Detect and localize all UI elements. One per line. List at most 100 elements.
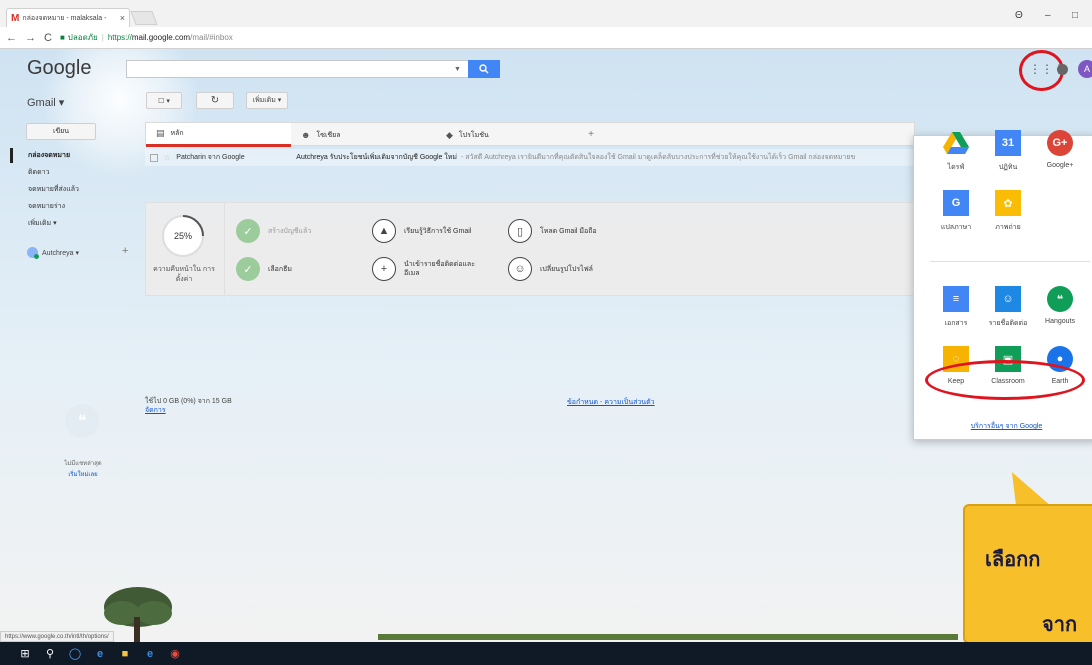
task-profile-photo[interactable]: ☺ เปลี่ยนรูปโปรไฟล์ bbox=[508, 257, 593, 281]
google-plus-icon: G+ bbox=[1047, 130, 1073, 156]
status-bar-url: https://www.google.co.th/intl/th/options… bbox=[0, 631, 114, 642]
refresh-button[interactable]: ↻ bbox=[196, 92, 234, 109]
chrome-icon[interactable]: ◉ bbox=[164, 645, 186, 663]
task-label: โหลด Gmail มือถือ bbox=[540, 227, 597, 235]
graduation-cap-icon: ▲ bbox=[372, 219, 396, 243]
notifications-icon[interactable] bbox=[1057, 64, 1068, 75]
profile-icon[interactable]: Θ bbox=[1015, 10, 1023, 21]
annotation-text-line2: จาก bbox=[1042, 614, 1078, 636]
app-photos[interactable]: ✿ ภาพถ่าย bbox=[980, 190, 1036, 233]
edge-icon[interactable]: e bbox=[89, 645, 111, 663]
gmail-page: Google ▼ ⋮⋮⋮ A Gmail ▾ ☐ ▾ ↻ เพิ่มเติม ▾… bbox=[0, 49, 1092, 642]
account-avatar[interactable]: A bbox=[1078, 60, 1092, 78]
address-bar: ← → C ■ ปลอดภัย | https:// mail.google.c… bbox=[0, 27, 1092, 49]
gmail-switcher[interactable]: Gmail ▾ bbox=[27, 96, 64, 109]
task-import-contacts[interactable]: + นำเข้ารายชื่อติดต่อและ อีเมล bbox=[372, 257, 490, 281]
new-tab-button[interactable] bbox=[130, 11, 158, 25]
tab-promotions[interactable]: ◆ โปรโมชัน bbox=[436, 123, 581, 147]
maximize-button[interactable]: □ bbox=[1072, 10, 1078, 21]
app-label: Hangouts bbox=[1045, 318, 1075, 325]
app-label: แปลภาษา bbox=[940, 224, 972, 231]
add-person-icon: + bbox=[372, 257, 396, 281]
browser-tabbar: M กล่องจดหมาย - malaksala - × Θ – □ bbox=[0, 0, 1092, 27]
forward-arrow-icon[interactable]: → bbox=[25, 32, 36, 44]
apps-divider bbox=[930, 261, 1090, 262]
app-contacts[interactable]: ☺ รายชื่อติดต่อ bbox=[980, 286, 1036, 329]
tag-icon: ◆ bbox=[446, 129, 453, 140]
theme-grass bbox=[378, 634, 958, 640]
task-learn-gmail[interactable]: ▲ เรียนรู้วิธีการใช้ Gmail bbox=[372, 219, 471, 243]
windows-start-icon[interactable]: ⊞ bbox=[14, 645, 36, 663]
task-label: สร้างบัญชีแล้ว bbox=[268, 227, 312, 235]
back-arrow-icon[interactable]: ← bbox=[6, 32, 17, 44]
compose-button[interactable]: เขียน bbox=[26, 123, 96, 140]
secure-label: ปลอดภัย bbox=[67, 33, 98, 42]
app-drive[interactable]: ไดรฟ์ bbox=[928, 130, 984, 173]
app-hangouts[interactable]: ❝ Hangouts bbox=[1032, 286, 1088, 325]
task-choose-theme[interactable]: ✓ เลือกธีม bbox=[236, 257, 292, 281]
search-button[interactable] bbox=[468, 60, 500, 78]
manage-storage-link[interactable]: จัดการ bbox=[145, 406, 232, 415]
cortana-icon[interactable]: ◯ bbox=[64, 645, 86, 663]
profile-icon: ☺ bbox=[508, 257, 532, 281]
check-icon: ✓ bbox=[236, 257, 260, 281]
google-logo[interactable]: Google bbox=[27, 57, 92, 80]
sidebar-item-inbox[interactable]: กล่องจดหมาย bbox=[10, 147, 130, 164]
task-label: เลือกธีม bbox=[268, 265, 293, 273]
sidebar-item-starred[interactable]: ติดดาว bbox=[10, 164, 130, 181]
search-input[interactable] bbox=[126, 60, 470, 78]
url-host: mail.google.com bbox=[131, 33, 191, 42]
tab-social-label: โซเชียล bbox=[316, 131, 341, 139]
task-mobile-gmail[interactable]: ▯ โหลด Gmail มือถือ bbox=[508, 219, 597, 243]
sidebar-item-drafts[interactable]: จดหมายร่าง bbox=[10, 198, 130, 215]
minimize-button[interactable]: – bbox=[1045, 10, 1051, 21]
tab-social[interactable]: ☻ โซเชียล bbox=[291, 123, 436, 147]
app-calendar[interactable]: 31 ปฏิทิน bbox=[980, 130, 1036, 173]
search-options-dropdown-icon[interactable]: ▼ bbox=[454, 66, 461, 73]
more-actions-button[interactable]: เพิ่มเติม ▾ bbox=[246, 92, 288, 109]
calendar-icon: 31 bbox=[995, 130, 1021, 156]
app-label: เอกสาร bbox=[944, 320, 968, 327]
select-all-button[interactable]: ☐ ▾ bbox=[146, 92, 182, 109]
row-checkbox[interactable] bbox=[150, 153, 158, 162]
check-icon: ✓ bbox=[236, 219, 260, 243]
photos-icon: ✿ bbox=[995, 190, 1021, 216]
reload-icon[interactable]: C bbox=[44, 32, 52, 44]
no-recent-chats: ไม่มีแชทล่าสุด เริ่มใหม่เลย bbox=[48, 459, 118, 481]
browser-tab[interactable]: M กล่องจดหมาย - malaksala - × bbox=[6, 8, 130, 27]
sidebar-item-sent[interactable]: จดหมายที่ส่งแล้ว bbox=[10, 181, 130, 198]
search-icon[interactable]: ⚲ bbox=[39, 645, 61, 663]
chat-avatar bbox=[27, 247, 39, 259]
sidebar-item-more[interactable]: เพิ่มเติม ▾ bbox=[10, 215, 130, 232]
annotation-ring-more bbox=[925, 360, 1085, 400]
task-account-created[interactable]: ✓ สร้างบัญชีแล้ว bbox=[236, 219, 311, 243]
table-row[interactable]: ☆ Patcharin จาก Google Autchreya รับประโ… bbox=[145, 149, 915, 166]
ie-icon[interactable]: e bbox=[139, 645, 161, 663]
setup-progress-percent: 25% bbox=[173, 231, 192, 241]
file-explorer-icon[interactable]: ■ bbox=[114, 645, 136, 663]
tab-promotions-label: โปรโมชัน bbox=[458, 131, 489, 139]
people-icon: ☻ bbox=[301, 130, 311, 140]
annotation-text-line1: เลือกก bbox=[985, 549, 1041, 571]
windows-taskbar: ⊞ ⚲ ◯ e ■ e ◉ bbox=[0, 642, 1092, 665]
more-from-google-link[interactable]: บริการอื่นๆ จาก Google bbox=[914, 421, 1092, 432]
app-label: รายชื่อติดต่อ bbox=[988, 320, 1028, 327]
add-tab-plus-icon[interactable]: + bbox=[581, 123, 601, 145]
terms-privacy-link[interactable]: ข้อกำหนด - ความเป็นส่วนตัว bbox=[567, 397, 655, 408]
setup-divider bbox=[224, 203, 225, 297]
app-translate[interactable]: G แปลภาษา bbox=[928, 190, 984, 233]
app-docs[interactable]: ≡ เอกสาร bbox=[928, 286, 984, 329]
chat-user-name: Autchreya ▾ bbox=[42, 249, 79, 257]
gmail-favicon-icon: M bbox=[11, 12, 20, 24]
start-new-chat-link[interactable]: เริ่มใหม่เลย bbox=[48, 470, 118, 481]
docs-icon: ≡ bbox=[943, 286, 969, 312]
chat-user[interactable]: Autchreya ▾ bbox=[27, 247, 79, 259]
url-field[interactable]: ■ ปลอดภัย | https:// mail.google.com /ma… bbox=[60, 31, 233, 44]
app-google-plus[interactable]: G+ Google+ bbox=[1032, 130, 1088, 169]
setup-progress-label: ความคืบหน้าใน การตั้งค่า bbox=[153, 266, 215, 283]
star-icon[interactable]: ☆ bbox=[164, 154, 170, 162]
new-chat-plus-icon[interactable]: + bbox=[122, 245, 128, 257]
tab-primary[interactable]: ▤ หลัก bbox=[146, 123, 291, 147]
close-tab-icon[interactable]: × bbox=[120, 13, 125, 23]
mail-sender: Patcharin จาก Google bbox=[176, 154, 245, 161]
